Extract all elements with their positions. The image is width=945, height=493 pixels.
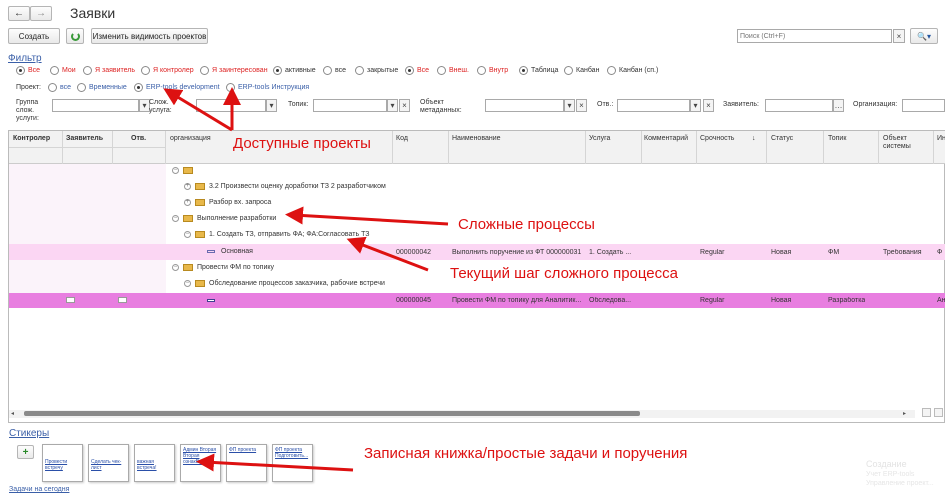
annotation-arrows [163,87,449,472]
annotation-step: Текущий шаг сложного процесса [450,265,678,282]
annotation-projects: Доступные проекты [233,135,371,152]
annotation-notes: Записная книжка/простые задачи и поручен… [364,445,688,462]
annotation-complex: Сложные процессы [458,216,595,233]
